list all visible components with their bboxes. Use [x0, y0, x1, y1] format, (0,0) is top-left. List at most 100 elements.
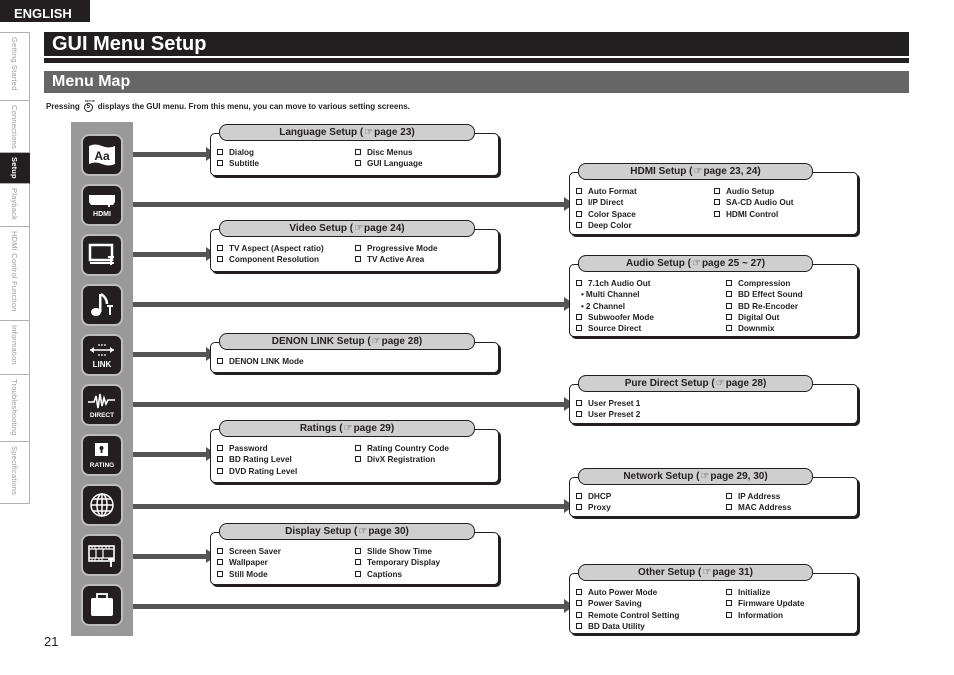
- denon-link-setup-heading[interactable]: DENON LINK Setup (☞page 28): [219, 333, 475, 350]
- arrow-language: [133, 147, 216, 161]
- side-tab-specifications[interactable]: Specifications: [0, 442, 30, 504]
- language-tab: ENGLISH: [0, 0, 90, 22]
- checkbox-icon: [726, 302, 732, 309]
- menu-item[interactable]: Screen Saver: [217, 546, 355, 557]
- menu-item[interactable]: Progressive Mode: [355, 243, 438, 254]
- pure-direct-icon[interactable]: DIRECT: [83, 386, 121, 424]
- menu-item-label: MAC Address: [738, 503, 792, 513]
- side-tab-connections[interactable]: Connections: [0, 101, 30, 153]
- side-tab-troubleshooting[interactable]: Troubleshooting: [0, 375, 30, 442]
- heading-page: page 24): [364, 223, 405, 234]
- network-setup-heading[interactable]: Network Setup (☞page 29, 30): [578, 468, 813, 485]
- side-tab-setup[interactable]: Setup: [0, 153, 30, 184]
- menu-item[interactable]: Still Mode: [217, 569, 355, 580]
- menu-item[interactable]: Power Saving: [576, 598, 726, 609]
- checkbox-icon: [726, 493, 732, 499]
- menu-item[interactable]: TV Active Area: [355, 254, 438, 265]
- menu-item[interactable]: Dialog: [217, 147, 355, 158]
- menu-item[interactable]: 7.1ch Audio Out: [576, 278, 726, 289]
- menu-item[interactable]: Proxy: [576, 502, 726, 513]
- checkbox-icon: [217, 570, 223, 577]
- ratings-box: Ratings (☞page 29) Password BD Rating Le…: [210, 420, 499, 483]
- menu-item[interactable]: Wallpaper: [217, 557, 355, 568]
- menu-item[interactable]: Compression: [726, 278, 803, 289]
- menu-item[interactable]: Firmware Update: [726, 598, 804, 609]
- menu-item[interactable]: Component Resolution: [217, 254, 355, 265]
- menu-item[interactable]: Subtitle: [217, 158, 355, 169]
- menu-subitem[interactable]: • 2 Channel: [576, 301, 726, 312]
- menu-item-label: DHCP: [588, 492, 612, 501]
- video-icon[interactable]: [83, 236, 121, 274]
- menu-item[interactable]: Remote Control Setting: [576, 610, 726, 621]
- side-tab-information[interactable]: Information: [0, 321, 30, 375]
- menu-item-label: Deep Color: [588, 220, 632, 230]
- menu-item[interactable]: Captions: [355, 569, 440, 580]
- menu-subitem[interactable]: • Multi Channel: [576, 289, 726, 300]
- menu-item-label: TV Active Area: [367, 255, 425, 265]
- denon-link-icon[interactable]: LINK: [83, 336, 121, 374]
- menu-item[interactable]: BD Data Utility: [576, 621, 726, 632]
- menu-item[interactable]: Auto Power Mode: [576, 587, 726, 598]
- menu-item[interactable]: Color Space: [576, 209, 714, 220]
- pure-direct-setup-heading[interactable]: Pure Direct Setup (☞page 28): [578, 375, 813, 392]
- side-tab-playback[interactable]: Playback: [0, 184, 30, 227]
- menu-item[interactable]: MAC Address: [726, 502, 791, 513]
- display-icon[interactable]: [83, 536, 121, 574]
- menu-item[interactable]: User Preset 1: [576, 398, 640, 409]
- menu-item[interactable]: DENON LINK Mode: [217, 356, 304, 367]
- menu-item[interactable]: Password: [217, 443, 355, 454]
- side-tab-label: Setup: [10, 157, 19, 179]
- audio-setup-heading[interactable]: Audio Setup (☞page 25 ~ 27): [578, 255, 813, 272]
- checkbox-icon: [217, 358, 223, 364]
- menu-item[interactable]: Temporary Display: [355, 557, 440, 568]
- hdmi-setup-heading[interactable]: HDMI Setup (☞page 23, 24): [578, 163, 813, 180]
- menu-item[interactable]: Slide Show Time: [355, 546, 440, 557]
- menu-item[interactable]: Auto Format: [576, 186, 714, 197]
- menu-item[interactable]: Audio Setup: [714, 186, 793, 197]
- menu-item[interactable]: HDMI Control: [714, 209, 793, 220]
- menu-item[interactable]: TV Aspect (Aspect ratio): [217, 243, 355, 254]
- menu-item[interactable]: DVD Rating Level: [217, 466, 355, 477]
- menu-item-label: 7.1ch Audio Out: [588, 279, 651, 288]
- menu-item[interactable]: Digital Out: [726, 312, 803, 323]
- checkbox-icon: [576, 589, 582, 595]
- language-setup-heading[interactable]: Language Setup (☞page 23): [219, 124, 475, 141]
- video-setup-heading[interactable]: Video Setup (☞page 24): [219, 220, 475, 237]
- menu-item[interactable]: Information: [726, 610, 804, 621]
- other-icon[interactable]: [83, 586, 121, 624]
- menu-item[interactable]: BD Re-Encoder: [726, 301, 803, 312]
- menu-item[interactable]: Disc Menus: [355, 147, 423, 158]
- menu-item[interactable]: Initialize: [726, 587, 804, 598]
- menu-item[interactable]: SA-CD Audio Out: [714, 197, 793, 208]
- checkbox-icon: [726, 600, 732, 607]
- menu-item[interactable]: Source Direct: [576, 323, 726, 334]
- menu-item[interactable]: Deep Color: [576, 220, 714, 231]
- side-tab-getting-started[interactable]: Getting Started: [0, 32, 30, 101]
- heading-page: page 25 ~ 27): [701, 258, 766, 269]
- menu-item[interactable]: I/P Direct: [576, 197, 714, 208]
- side-tab-hdmi-control-function[interactable]: HDMI Control Function: [0, 227, 30, 321]
- menu-item[interactable]: IP Address: [726, 491, 791, 502]
- ratings-heading[interactable]: Ratings (☞page 29): [219, 420, 475, 437]
- menu-item[interactable]: Rating Country Code: [355, 443, 449, 454]
- menu-item[interactable]: BD Rating Level: [217, 454, 355, 465]
- checkbox-icon: [576, 210, 582, 217]
- menu-item[interactable]: Subwoofer Mode: [576, 312, 726, 323]
- menu-item[interactable]: DHCP: [576, 491, 726, 502]
- other-setup-heading[interactable]: Other Setup (☞page 31): [578, 564, 813, 581]
- display-setup-heading[interactable]: Display Setup (☞page 30): [219, 523, 475, 540]
- menu-item[interactable]: Downmix: [726, 323, 803, 334]
- menu-item[interactable]: User Preset 2: [576, 409, 640, 420]
- menu-item[interactable]: DivX Registration: [355, 454, 449, 465]
- menu-item[interactable]: BD Effect Sound: [726, 289, 803, 300]
- menu-item[interactable]: GUI Language: [355, 158, 423, 169]
- network-icon[interactable]: [83, 486, 121, 524]
- arrow-hdmi: [133, 197, 574, 211]
- menu-item-label: Initialize: [738, 588, 771, 597]
- heading-page: page 28): [381, 336, 423, 347]
- hdmi-icon[interactable]: HDMI: [83, 186, 121, 224]
- audio-icon[interactable]: [83, 286, 121, 324]
- arrow-video: [133, 247, 216, 261]
- rating-icon[interactable]: RATING: [83, 436, 121, 474]
- language-icon[interactable]: Aa: [83, 136, 121, 174]
